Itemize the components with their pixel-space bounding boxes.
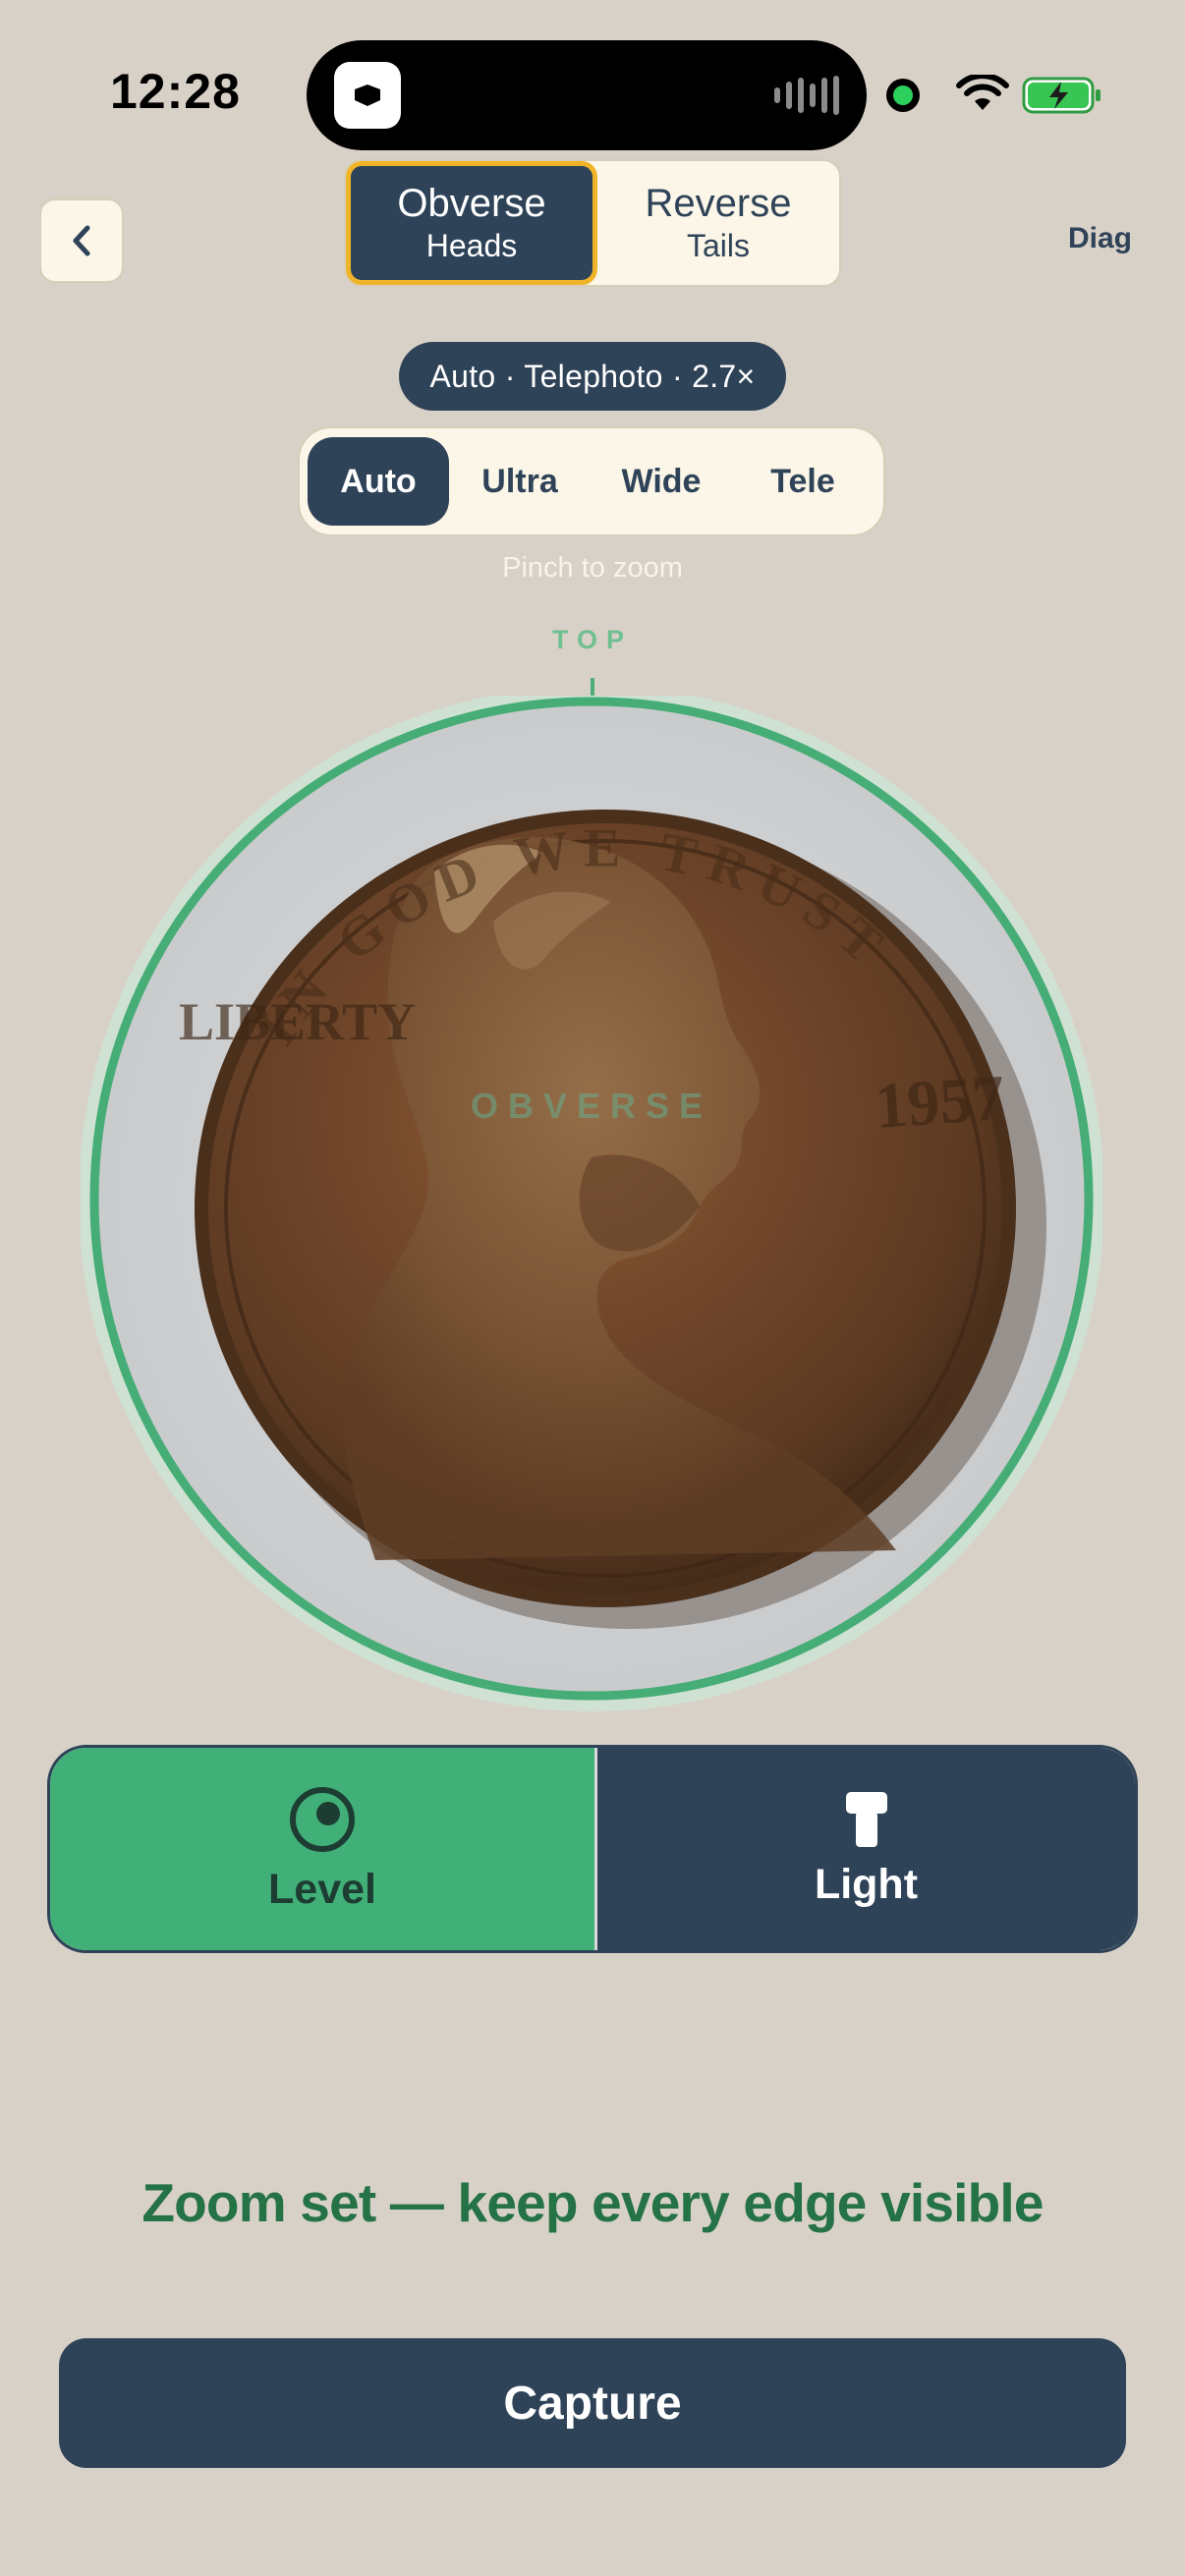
audio-wave-icon xyxy=(774,76,839,115)
side-watermark: OBVERSE xyxy=(471,1086,712,1126)
lens-selector: Auto Ultra Wide Tele xyxy=(298,426,885,536)
lens-option-wide[interactable]: Wide xyxy=(591,437,732,526)
side-option-label: Reverse xyxy=(645,182,792,225)
pinch-hint: Pinch to zoom xyxy=(502,552,683,584)
chevron-left-icon xyxy=(73,225,90,256)
light-label: Light xyxy=(814,1860,919,1908)
light-button[interactable]: Light xyxy=(597,1748,1135,1950)
battery-charging-icon xyxy=(1022,77,1100,114)
top-orientation-label: TOP xyxy=(551,625,633,654)
camera-indicator-icon xyxy=(886,79,920,112)
side-option-label: Obverse xyxy=(397,182,546,225)
app-icon xyxy=(334,62,401,129)
camera-viewfinder[interactable]: IN GOD WE TRUST LIBERTY 1957 OBVERSE xyxy=(81,696,1102,1717)
lens-option-tele[interactable]: Tele xyxy=(732,437,874,526)
level-target-icon xyxy=(290,1786,355,1852)
camera-mode-badge: Auto · Telephoto · 2.7× xyxy=(399,342,786,411)
side-toggle: Obverse Heads Reverse Tails xyxy=(344,159,841,287)
coin-liberty-text: LIBERTY xyxy=(179,992,416,1051)
side-option-sublabel: Tails xyxy=(686,228,750,263)
level-label: Level xyxy=(268,1865,376,1913)
level-button[interactable]: Level xyxy=(50,1748,597,1950)
dynamic-island xyxy=(307,40,867,150)
status-message: Zoom set — keep every edge visible xyxy=(141,2172,1044,2233)
wifi-icon xyxy=(956,75,1009,110)
diag-button[interactable]: Diag xyxy=(1068,222,1132,255)
flashlight-icon xyxy=(845,1791,887,1847)
lens-option-auto[interactable]: Auto xyxy=(308,437,449,526)
side-option-sublabel: Heads xyxy=(425,228,518,263)
side-option-obverse[interactable]: Obverse Heads xyxy=(346,161,597,285)
status-time: 12:28 xyxy=(110,64,241,119)
lens-option-ultra[interactable]: Ultra xyxy=(449,437,591,526)
control-bar: Level Light xyxy=(47,1745,1138,1953)
coin-year-text: 1957 xyxy=(873,1062,1007,1143)
capture-button[interactable]: Capture xyxy=(59,2338,1126,2468)
back-button[interactable] xyxy=(39,198,124,283)
side-option-reverse[interactable]: Reverse Tails xyxy=(597,161,839,285)
